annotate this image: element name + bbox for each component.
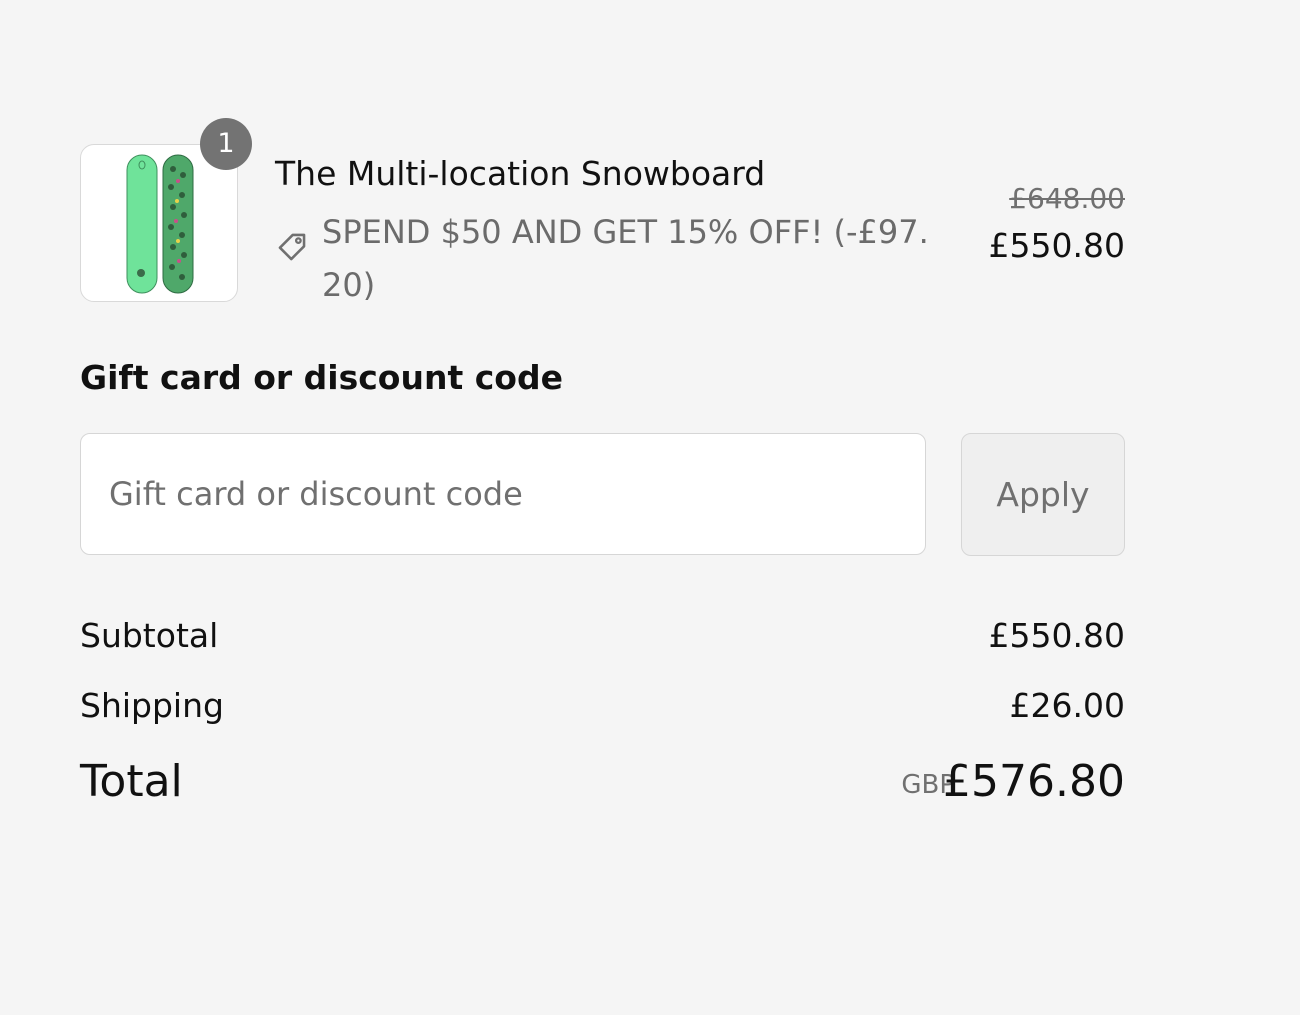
shipping-value: £26.00 (1009, 686, 1125, 725)
discount-text: SPEND $50 AND GET 15% OFF! (-£97.20) (322, 213, 929, 304)
tag-icon (278, 233, 306, 261)
compare-at-price: £648.00 (1009, 182, 1125, 215)
quantity-badge: 1 (200, 118, 252, 170)
order-summary: 1 The Multi-location Snowboard SPEND $50… (80, 118, 1125, 807)
product-title: The Multi-location Snowboard (275, 154, 766, 193)
subtotal-label: Subtotal (80, 616, 219, 655)
discount-code-input[interactable] (80, 433, 926, 555)
shipping-label: Shipping (80, 686, 224, 725)
snowboard-image (126, 154, 194, 294)
total-value: £576.80 (943, 756, 1125, 807)
line-item: 1 The Multi-location Snowboard SPEND $50… (80, 118, 1125, 304)
apply-button[interactable]: Apply (961, 433, 1125, 556)
discount-section-heading: Gift card or discount code (80, 358, 563, 397)
line-item-price: £550.80 (988, 226, 1125, 265)
subtotal-value: £550.80 (988, 616, 1125, 655)
total-label: Total (80, 756, 183, 807)
